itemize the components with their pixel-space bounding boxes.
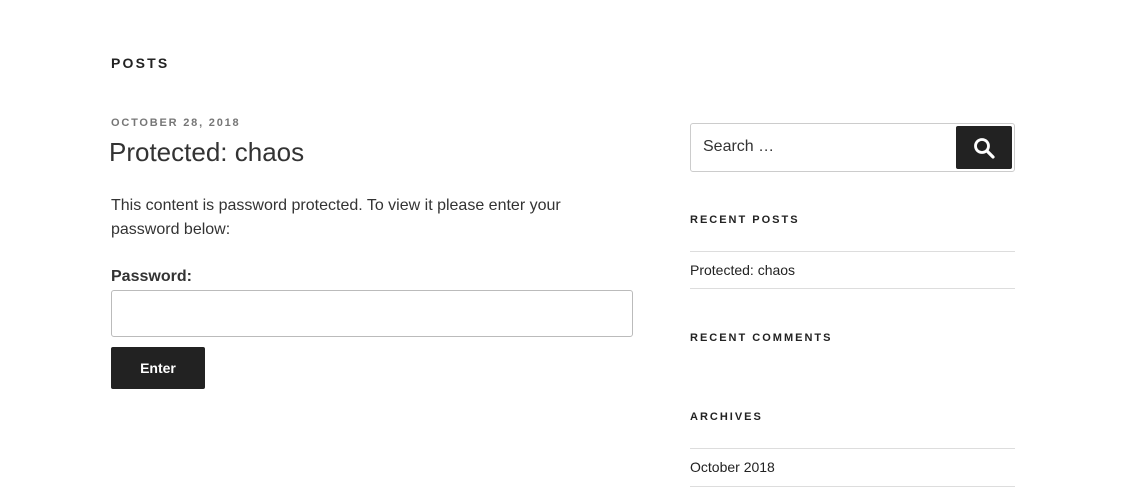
page-title: Posts	[111, 55, 170, 71]
post-title[interactable]: Protected: chaos	[109, 137, 304, 168]
recent-comments-title: Recent Comments	[690, 332, 833, 344]
search-input[interactable]: Search …	[703, 138, 774, 156]
password-label: Password:	[111, 268, 192, 285]
divider	[690, 448, 1015, 449]
archive-link[interactable]: October 2018	[690, 459, 775, 475]
search-button[interactable]	[956, 126, 1012, 169]
divider	[690, 288, 1015, 289]
search-form: Search …	[690, 123, 1015, 172]
recent-post-link[interactable]: Protected: chaos	[690, 262, 795, 278]
recent-posts-title: Recent Posts	[690, 214, 800, 226]
post-protected-notice: This content is password protected. To v…	[111, 197, 561, 238]
divider	[690, 486, 1015, 487]
divider	[690, 251, 1015, 252]
post-date[interactable]: October 28, 2018	[111, 117, 240, 129]
search-icon	[974, 137, 995, 159]
password-field[interactable]	[111, 290, 633, 337]
enter-button[interactable]: Enter	[111, 347, 205, 389]
archives-title: Archives	[690, 411, 763, 423]
